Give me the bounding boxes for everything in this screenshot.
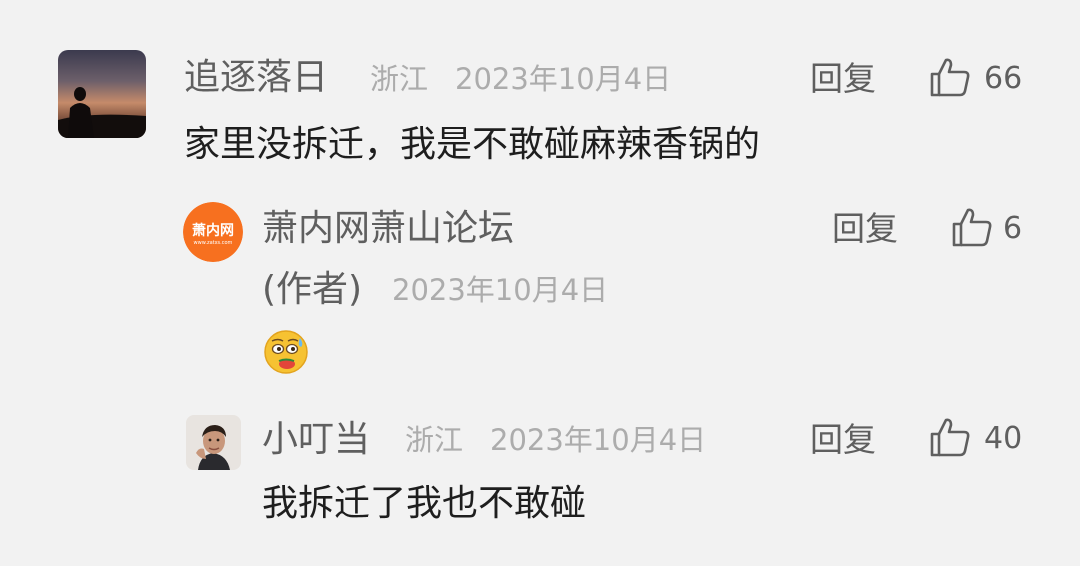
avatar-logo-url: www.zatxs.com <box>194 240 233 246</box>
like-count: 66 <box>984 61 1023 96</box>
thumbs-up-icon <box>930 58 970 97</box>
embarrassed-sweat-emoji <box>262 328 310 380</box>
like-button[interactable] <box>928 415 972 463</box>
avatar-logo-text: 萧内网 <box>192 222 234 239</box>
reply-button[interactable]: 回复 <box>832 212 898 245</box>
avatar[interactable] <box>58 50 146 138</box>
emoji-icon <box>264 330 308 374</box>
reply-username[interactable]: 小叮当 <box>262 422 370 458</box>
avatar[interactable] <box>186 415 241 470</box>
site-logo-avatar: 萧内网 www.zatxs.com <box>183 202 243 262</box>
reply-username[interactable]: 萧内网萧山论坛 <box>262 211 514 247</box>
comment-text: 家里没拆迁，我是不敢碰麻辣香锅的 <box>184 124 761 165</box>
like-button[interactable] <box>950 205 994 253</box>
comment-date: 2023年10月4日 <box>455 62 672 96</box>
thumbs-up-icon <box>930 418 970 457</box>
comment-username[interactable]: 追逐落日 <box>184 60 328 96</box>
reply-date: 2023年10月4日 <box>490 423 707 457</box>
reply-location: 浙江 <box>405 423 464 457</box>
reply-text: 我拆迁了我也不敢碰 <box>262 483 587 524</box>
reply-button[interactable]: 回复 <box>810 62 876 95</box>
like-count: 6 <box>1003 211 1023 246</box>
user-photo-avatar <box>186 415 241 470</box>
sunset-silhouette-avatar-image <box>58 50 146 138</box>
author-tag: (作者) <box>262 269 363 310</box>
thumbs-up-icon <box>952 208 992 247</box>
avatar[interactable]: 萧内网 www.zatxs.com <box>183 202 243 262</box>
like-count: 40 <box>984 421 1023 456</box>
reply-date: 2023年10月4日 <box>392 273 609 307</box>
like-button[interactable] <box>928 55 972 103</box>
comment-location: 浙江 <box>370 62 429 96</box>
reply-button[interactable]: 回复 <box>810 423 876 456</box>
